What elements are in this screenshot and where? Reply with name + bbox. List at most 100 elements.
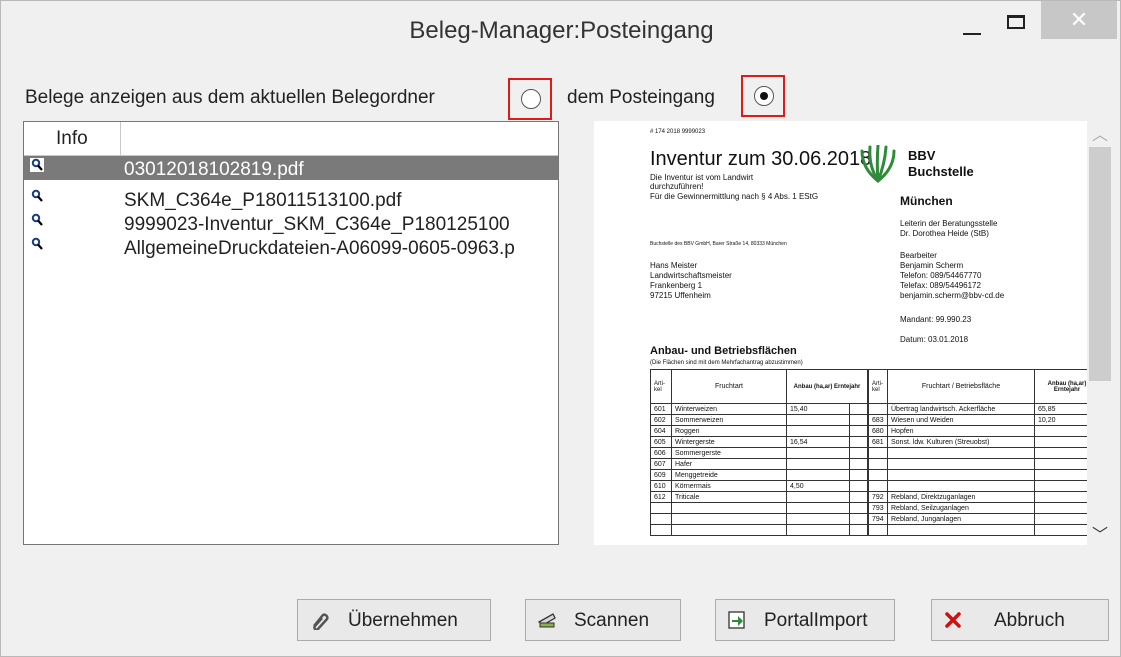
uebernehmen-button[interactable]: Übernehmen [297, 599, 491, 641]
doc-table-cell [1034, 458, 1087, 470]
magnifier-icon [31, 189, 43, 202]
doc-table-cell: Übertrag landwirtsch. Ackerfläche [887, 403, 1035, 415]
doc-table-cell [868, 524, 888, 536]
doc-table-cell: 602 [650, 414, 672, 426]
doc-table-cell [785, 447, 851, 459]
doc-heading: Inventur zum 30.06.2018 [650, 148, 872, 170]
abbruch-button[interactable]: Abbruch [931, 599, 1109, 641]
doc-table-cell [868, 458, 888, 470]
file-row[interactable]: 9999023-Inventur_SKM_C364e_P180125100 [24, 211, 558, 235]
magnifier-icon [31, 237, 43, 250]
scannen-button[interactable]: Scannen [525, 599, 681, 641]
th-anbau-2: Anbau (ha,ar) Erntejahr [1034, 369, 1087, 404]
doc-leitung-1: Leiterin der Beratungsstelle [900, 219, 998, 228]
scanner-icon [537, 613, 556, 628]
doc-table-row: 602 Sommerweizen [650, 414, 868, 426]
magnifier-icon [30, 158, 44, 172]
doc-table-cell [1034, 524, 1087, 536]
doc-table-cell: Hafer [671, 458, 787, 470]
doc-table-cell [1034, 447, 1087, 459]
doc-table-row: 605 Wintergerste 16,54 [650, 436, 868, 448]
doc-table-left: Arti-kel Fruchtart Anbau (ha,ar) Ernteja… [650, 369, 868, 536]
doc-brand-1: BBV [908, 148, 936, 163]
doc-table-cell [650, 502, 672, 514]
th-anbau: Anbau (ha,ar) Erntejahr [786, 369, 868, 404]
doc-table-cell: Körnermais [671, 480, 787, 492]
doc-table-cell: 606 [650, 447, 672, 459]
doc-table-row [868, 447, 1087, 459]
doc-table-cell [785, 414, 851, 426]
preview-scrollbar[interactable]: ︿ ﹀ [1087, 121, 1113, 545]
doc-table-row: 792 Rebland, Direktzuganlagen [868, 491, 1087, 503]
doc-table-cell: 4,50 [785, 480, 851, 492]
doc-table-cell: 610 [650, 480, 672, 492]
doc-table-cell [887, 480, 1035, 492]
doc-table-cell: 16,54 [785, 436, 851, 448]
scroll-up-icon[interactable]: ︿ [1087, 121, 1113, 145]
doc-table-row: 794 Rebland, Junganlagen [868, 513, 1087, 525]
doc-addr-2: Landwirtschaftsmeister [650, 271, 732, 280]
doc-table-cell: Menggetreide [671, 469, 787, 481]
posteingang-label: dem Posteingang [567, 87, 715, 108]
doc-table-cell: 612 [650, 491, 672, 503]
doc-section-note: (Die Flächen sind mit dem Mehrfachantrag… [650, 360, 803, 366]
doc-table-cell: 604 [650, 425, 672, 437]
doc-bearb-5: benjamin.scherm@bbv-cd.de [900, 291, 1005, 300]
doc-datum: Datum: 03.01.2018 [900, 335, 969, 344]
file-name: 9999023-Inventur_SKM_C364e_P180125100 [124, 214, 510, 235]
doc-table-cell [671, 513, 787, 525]
file-row[interactable]: 03012018102819.pdf [24, 156, 558, 180]
doc-table-cell [849, 502, 868, 514]
file-list[interactable]: Info 03012018102819.pdf SKM_C364e_P18011… [23, 121, 559, 545]
doc-table-cell [1034, 436, 1087, 448]
doc-table-cell: 601 [650, 403, 672, 415]
doc-bearb-3: Telefon: 089/54467770 [900, 271, 982, 280]
doc-table-cell: Sommergerste [671, 447, 787, 459]
doc-table-row [868, 480, 1087, 492]
file-row[interactable]: SKM_C364e_P18011513100.pdf [24, 187, 558, 211]
doc-table-cell [785, 524, 851, 536]
doc-table-cell [785, 502, 851, 514]
doc-table-cell [868, 403, 888, 415]
doc-table-row [650, 513, 868, 525]
doc-table-cell: 605 [650, 436, 672, 448]
doc-table-cell [849, 524, 868, 536]
minimize-button[interactable] [951, 5, 991, 43]
filter-label: Belege anzeigen aus dem aktuellen Belego… [25, 87, 435, 108]
doc-table-cell [785, 513, 851, 525]
doc-table-cell [849, 480, 868, 492]
doc-table-cell [671, 524, 787, 536]
belegordner-radio[interactable] [521, 89, 541, 109]
doc-table-cell: 793 [868, 502, 888, 514]
doc-table-cell [1034, 502, 1087, 514]
close-button[interactable]: ✕ [1041, 1, 1117, 39]
doc-table-cell: 15,40 [785, 403, 851, 415]
document-preview[interactable]: # 174 2018 9999023 Inventur zum 30.06.20… [594, 121, 1087, 545]
doc-table-row: 793 Rebland, Seilzuganlagen [868, 502, 1087, 514]
info-column-header[interactable]: Info [24, 122, 121, 155]
scroll-down-icon[interactable]: ﹀ [1087, 521, 1113, 545]
doc-intro-3: Für die Gewinnermittlung nach § 4 Abs. 1… [650, 192, 819, 201]
posteingang-radio[interactable] [754, 86, 774, 106]
th-artikel: Arti-kel [650, 369, 672, 404]
doc-table-cell [1034, 513, 1087, 525]
abbruch-label: Abbruch [994, 610, 1065, 631]
doc-table-cell [849, 469, 868, 481]
scroll-thumb[interactable] [1089, 147, 1111, 381]
doc-table-cell: Wiesen und Weiden [887, 414, 1035, 426]
doc-table-cell: Rebland, Direktzuganlagen [887, 491, 1035, 503]
portalimport-button[interactable]: PortalImport [715, 599, 895, 641]
maximize-icon [1007, 15, 1025, 29]
doc-addr-1: Hans Meister [650, 261, 698, 270]
preview-page: # 174 2018 9999023 Inventur zum 30.06.20… [594, 121, 1087, 545]
import-icon [728, 611, 745, 629]
doc-table-cell [887, 447, 1035, 459]
th-fruchtart-2: Fruchtart / Betriebsfläche [887, 369, 1035, 404]
file-row[interactable]: AllgemeineDruckdateien-A06099-0605-0963.… [24, 235, 558, 259]
doc-table-row: 606 Sommergerste [650, 447, 868, 459]
doc-brand-2: Buchstelle [908, 164, 974, 179]
doc-table-cell: 683 [868, 414, 888, 426]
doc-city: München [900, 194, 953, 208]
doc-table-cell [849, 414, 868, 426]
maximize-button[interactable] [995, 5, 1035, 43]
